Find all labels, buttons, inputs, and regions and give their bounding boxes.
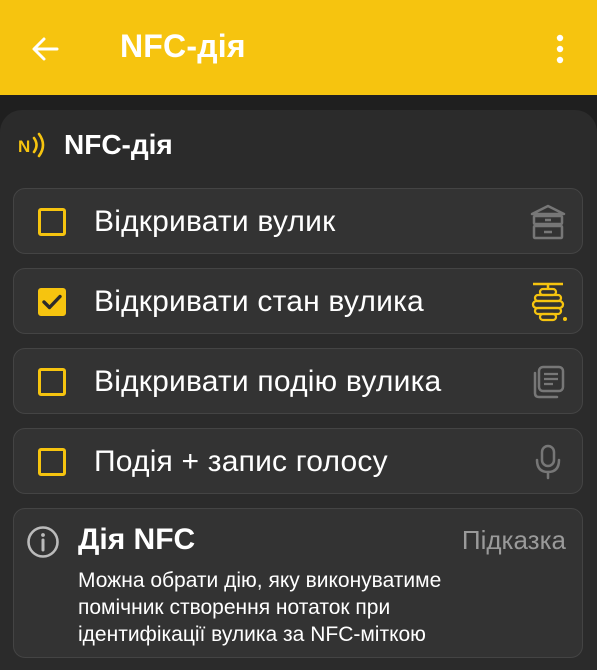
hint-text-line: помічник створення нотаток при xyxy=(78,596,391,619)
check-icon xyxy=(42,294,62,310)
option-open-hive-event[interactable]: Відкривати подію вулика xyxy=(13,348,583,414)
arrow-left-icon xyxy=(32,37,59,61)
checkbox-open-hive[interactable] xyxy=(38,208,66,236)
section-title: NFC-дія xyxy=(64,129,173,160)
checkbox-open-hive-event[interactable] xyxy=(38,368,66,396)
notes-icon xyxy=(526,360,570,404)
hint-text-line: ідентифікації вулика за NFC-міткою xyxy=(78,623,426,646)
app-bar: NFC-дія xyxy=(0,0,597,95)
hint-box: Дія NFC Підказка Можна обрати дію, яку в… xyxy=(13,508,583,658)
hint-text: Можна обрати дію, яку виконуватиме поміч… xyxy=(78,567,568,648)
svg-text:N: N xyxy=(18,137,30,156)
page-title: NFC-дія xyxy=(120,28,246,64)
section-header: N NFC-дія xyxy=(18,128,173,162)
back-button[interactable] xyxy=(28,32,62,66)
option-label: Подія + запис голосу xyxy=(94,445,388,478)
overflow-menu-button[interactable] xyxy=(548,32,572,66)
hint-text-line: Можна обрати дію, яку виконуватиме xyxy=(78,569,442,592)
option-open-hive[interactable]: Відкривати вулик xyxy=(13,188,583,254)
nfc-icon: N xyxy=(18,132,45,158)
hint-title: Дія NFC xyxy=(78,523,196,556)
beehive-icon xyxy=(526,280,570,324)
hive-box-icon xyxy=(526,200,570,244)
option-open-hive-state[interactable]: Відкривати стан вулика xyxy=(13,268,583,334)
option-label: Відкривати стан вулика xyxy=(94,285,424,318)
microphone-icon xyxy=(526,440,570,484)
option-event-voice[interactable]: Подія + запис голосу xyxy=(13,428,583,494)
option-label: Відкривати подію вулика xyxy=(94,365,442,398)
info-icon xyxy=(27,526,59,558)
checkbox-event-voice[interactable] xyxy=(38,448,66,476)
more-vertical-icon xyxy=(556,34,564,64)
checkbox-open-hive-state[interactable] xyxy=(38,288,66,316)
hint-tag: Підказка xyxy=(461,525,566,555)
option-label: Відкривати вулик xyxy=(94,205,336,238)
